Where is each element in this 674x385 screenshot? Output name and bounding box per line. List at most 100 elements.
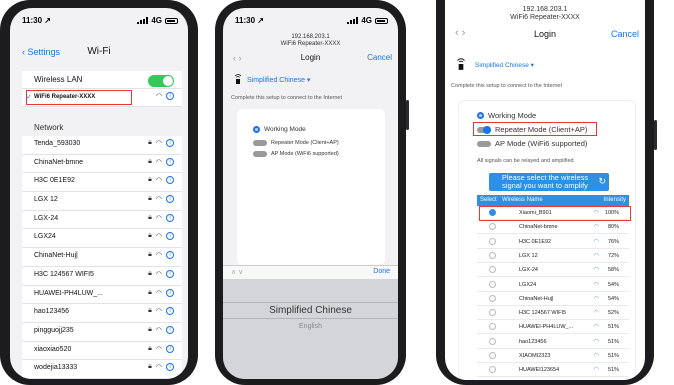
wlan-toggle[interactable] [148,75,174,87]
cancel-button[interactable]: Cancel [367,53,392,62]
network-row[interactable]: ChinaNet-Huj| 🔒︎ ◠ i [22,248,182,267]
wifi-signal-icon: ◠ [593,224,599,231]
lock-icon: 🔒︎ [148,157,152,165]
ap-mode-option[interactable]: AP Mode (WiFi6 supported) [253,151,339,157]
wifi-name: LGX 12 [519,252,538,259]
picker-arrows[interactable]: ∧ ∨ [231,268,243,276]
scan-button[interactable]: Please select the wireless signal you wa… [489,173,609,191]
router-icon [457,58,465,70]
wifi-intensity: 58% [607,267,619,274]
signal-icon [347,17,359,24]
network-row[interactable]: LGX-24 🔒︎ ◠ i [22,211,182,230]
wifi-table-row[interactable]: HUAWEI-PH4LUW_... ◠ 51% [477,320,629,335]
wifi-table-header: Select Wireless Name Intensity [477,195,629,206]
scan-button-label: Please select the wireless signal you wa… [501,173,589,190]
wifi-table-row[interactable]: ChinaNet-Huj| ◠ 54% [477,292,629,306]
network-icons: 🔒︎ ◠ i [148,157,174,166]
info-icon[interactable]: i [166,157,174,166]
network-list: Tenda_593030 🔒︎ ◠ i ChinaNet-bmne 🔒︎ ◠ i H3C 0E1… [22,136,182,379]
router-icon [234,74,242,84]
network-row[interactable]: wodejia13333 🔒︎ ◠ i [22,360,182,379]
network-row[interactable]: H3C 124567 WIFI5 🔒︎ ◠ i [22,267,182,286]
working-mode-label: Working Mode [488,111,537,120]
select-radio[interactable] [489,323,496,331]
wifi-name: H3C 124567 WIFI5 [519,310,567,317]
select-radio[interactable] [489,223,496,231]
wifi-table-row[interactable]: LGX 12 ◠ 72% [477,249,629,263]
repeater-mode-option[interactable]: Repeater Mode (Client+AP) [253,140,339,146]
wifi-icon: ◠ [155,364,162,372]
wifi-name: LGX-24 [519,267,538,274]
network-icons: 🔒︎ ◠ i [148,213,174,222]
language-picker[interactable]: Simplified Chinese English [223,279,398,379]
language-select[interactable]: Simplified Chinese ▾ [475,61,534,69]
network-name: LGX 12 [34,196,58,204]
network-row[interactable]: Tenda_593030 🔒︎ ◠ i [22,136,182,155]
network-row[interactable]: ChinaNet-bmne 🔒︎ ◠ i [22,155,182,174]
col-intensity: Intensity [603,197,626,203]
cancel-button[interactable]: Cancel [611,29,639,39]
info-icon[interactable]: i [166,307,174,316]
info-icon[interactable]: i [166,195,174,204]
status-bar: 11:30 ↗ 4G [223,8,398,30]
select-radio[interactable] [489,266,496,274]
network-row[interactable]: LGX 12 🔒︎ ◠ i [22,192,182,211]
network-name: wodejia13333 [34,364,78,372]
info-icon[interactable]: i [166,139,174,147]
wifi-icon: ◠ [155,196,162,204]
wifi-icon: ◠ [155,177,162,185]
select-radio[interactable] [489,352,496,359]
ap-mode-option[interactable]: AP Mode (WiFi6 supported) [477,139,587,148]
wifi-table-row[interactable]: ChinaNet-bmne ◠ 80% [477,220,629,235]
done-button[interactable]: Done [373,268,390,275]
network-row[interactable]: xiaoxiao520 🔒︎ ◠ i [22,342,182,361]
wifi-table-row[interactable]: H3C 0E1E92 ◠ 76% [477,235,629,249]
network-name: LGX24 [34,233,56,241]
select-radio[interactable] [489,366,496,374]
network-icons: 🔒︎ ◠ i [148,195,174,204]
network-name: ChinaNet-Huj| [34,252,78,260]
info-icon[interactable]: i [166,176,174,185]
info-icon[interactable]: i [166,92,174,100]
select-radio[interactable] [489,251,496,259]
select-radio[interactable] [489,294,496,302]
wifi-signal-icon: ◠ [593,367,599,374]
network-row[interactable]: LGX24 🔒︎ ◠ i [22,229,182,249]
working-mode-label: Working Mode [264,126,306,133]
info-icon[interactable]: i [166,325,174,334]
network-icons: 🔒︎ ◠ i [148,288,174,297]
network-icons: 🔒︎ ◠ i [148,232,174,241]
select-radio[interactable] [489,309,496,317]
info-icon[interactable]: i [166,344,174,353]
wifi-icon: ◠ [155,326,162,334]
network-row[interactable]: H3C 0E1E92 🔒︎ ◠ i [22,173,182,193]
info-icon[interactable]: i [166,269,174,278]
language-select[interactable]: Simplified Chinese ▾ [247,76,310,84]
wifi-table-row[interactable]: LGX-24 ◠ 58% [477,263,629,278]
info-icon[interactable]: i [166,288,174,297]
mode-card: Working Mode Repeater Mode (Client+AP) A… [237,109,385,265]
device-ip: 192.168.203.1 [522,6,568,13]
network-row[interactable]: pingguojj235 🔒︎ ◠ i [22,323,182,342]
select-radio[interactable] [489,237,496,245]
info-icon[interactable]: i [166,232,174,241]
wifi-table-row[interactable]: HUAWEI123654 ◠ 51% [477,363,629,378]
picker-selected[interactable]: Simplified Chinese [223,302,398,319]
select-radio[interactable] [489,337,496,345]
select-radio[interactable] [489,280,496,288]
info-icon[interactable]: i [166,363,174,372]
wifi-icon: ◠ [155,270,162,278]
wifi-table-row[interactable]: hao123456 ◠ 51% [477,335,629,349]
wifi-intensity: 54% [607,295,619,302]
wifi-table-row[interactable]: XIAOMI2323 ◠ 51% [477,349,629,363]
network-row[interactable]: HUAWEI-PH4LUW_... 🔒︎ ◠ i [22,286,182,305]
network-row[interactable]: hao123456 🔒︎ ◠ i [22,304,182,323]
picker-option[interactable]: English [223,323,398,330]
network-icons: 🔒︎ ◠ i [148,139,174,147]
wifi-table-row[interactable]: LGX24 ◠ 54% [477,278,629,292]
info-icon[interactable]: i [166,251,174,260]
wifi-intensity: 51% [607,367,619,374]
repeater-toggle-icon [253,140,267,146]
wifi-table-row[interactable]: H3C 124567 WIFI5 ◠ 52% [477,306,629,321]
info-icon[interactable]: i [166,213,174,222]
